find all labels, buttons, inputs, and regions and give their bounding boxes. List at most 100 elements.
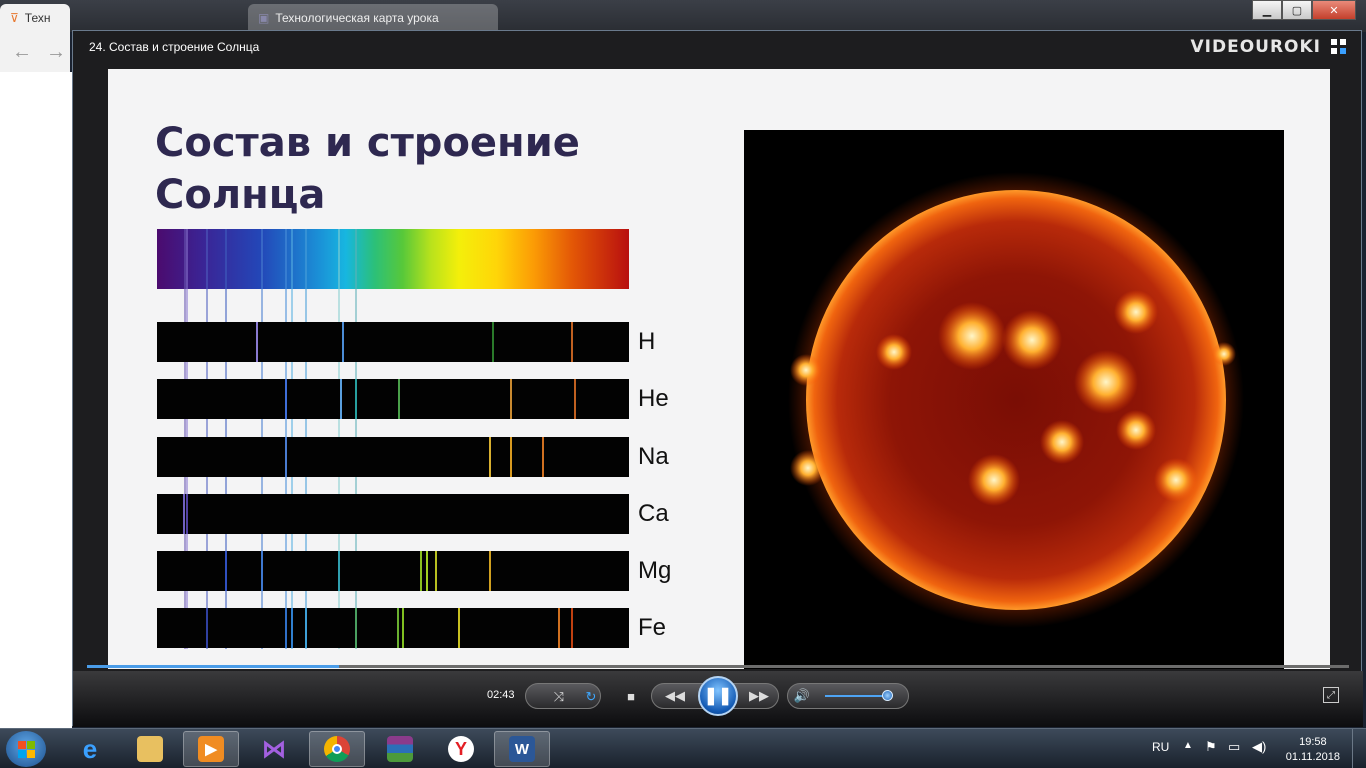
spectral-line [492,322,494,362]
player-controls: 02:43 ⤨ ↻ ■ ◀◀ ❚❚ ▶▶ 🔊 ⤢ [73,671,1363,727]
spectral-line [285,608,287,648]
file-explorer-icon [137,736,163,762]
spectral-line [183,494,185,534]
spectral-line [342,322,344,362]
taskbar-yandex[interactable]: Y [433,731,489,767]
browser-content [0,72,72,728]
tab-favicon-icon: ⊽ [10,11,19,25]
visual-studio-icon: ⋈ [262,735,286,763]
spectral-line [256,322,258,362]
network-icon[interactable]: ▭ [1228,739,1240,755]
video-player-window: 24. Состав и строение Солнца VIDEOUROKI … [72,30,1363,727]
forward-icon[interactable]: → [46,41,66,64]
taskbar-explorer[interactable] [122,731,178,767]
emission-spectrum-fe [157,608,629,648]
start-button[interactable] [6,731,46,767]
browser-tabbar: ⊽ Техн ▣ Технологическая карта урока ▁ ▢… [0,0,1366,32]
emission-spectrum-ca [157,494,629,534]
maximize-button[interactable]: ▢ [1282,0,1312,20]
internet-explorer-icon: e [82,733,98,764]
fullscreen-icon[interactable]: ⤢ [1323,687,1339,703]
fast-forward-button[interactable]: ▶▶ [745,687,773,705]
spectral-line [340,379,342,419]
emission-spectrum-na [157,437,629,477]
rewind-button[interactable]: ◀◀ [661,687,689,705]
spectral-line [355,608,357,648]
repeat-icon[interactable]: ↻ [582,688,600,706]
taskbar-word[interactable]: W [494,731,550,767]
taskbar-visual-studio[interactable]: ⋈ [246,731,302,767]
back-icon[interactable]: ← [12,41,32,64]
sun-illustration [788,172,1244,628]
spectral-line [338,551,340,591]
emission-spectrum-mg [157,551,629,591]
spectral-line [489,437,491,477]
seek-bar-progress [87,665,340,668]
system-clock[interactable]: 19:58 01.11.2018 [1286,735,1340,765]
slide-title: Состав и строение Солнца [155,120,580,218]
browser-tab[interactable]: ▣ Технологическая карта урока [248,4,498,32]
language-indicator[interactable]: RU [1152,740,1169,754]
clock-time: 19:58 [1299,736,1327,748]
action-center-flag-icon[interactable]: ⚑ [1205,739,1217,755]
volume-icon[interactable]: 🔊 [793,687,811,705]
show-hidden-icons-icon[interactable]: ▲ [1183,740,1193,751]
shuffle-icon[interactable]: ⤨ [550,688,568,706]
close-button[interactable]: ✕ [1312,0,1356,20]
spectral-line [420,551,422,591]
spectral-line [574,379,576,419]
spectral-line [402,608,404,648]
seek-bar[interactable] [87,665,1349,668]
element-label: H [638,328,656,355]
spectral-line [225,551,227,591]
taskbar-video-player[interactable]: ▶ [183,731,239,767]
winrar-icon [387,736,413,762]
solar-spectrum [157,229,629,289]
spectral-line [285,379,287,419]
spectral-line [355,379,357,419]
element-label: Ca [638,500,669,527]
spectral-line [186,494,188,534]
spectral-line [305,608,307,648]
browser-tab[interactable]: ⊽ Техн [0,4,70,32]
show-desktop-button[interactable] [1352,729,1366,768]
spectral-line [558,608,560,648]
spectral-line [397,608,399,648]
spectral-line [291,608,293,648]
spectral-line [542,437,544,477]
taskbar-chrome[interactable] [309,731,365,767]
logo-icon [1331,39,1347,55]
clock-date: 01.11.2018 [1285,751,1340,763]
element-label: Na [638,443,669,470]
pause-button[interactable]: ❚❚ [698,676,738,716]
element-label: He [638,385,669,412]
current-time: 02:43 [487,689,515,701]
minimize-button[interactable]: ▁ [1252,0,1282,20]
video-player-icon: ▶ [198,736,224,762]
emission-spectrum-h [157,322,629,362]
taskbar-winrar[interactable] [372,731,428,767]
spectral-line [571,608,573,648]
spectral-line [426,551,428,591]
yandex-icon: Y [448,736,474,762]
videouroki-logo: VIDEOUROKI [1190,37,1321,57]
stop-button[interactable]: ■ [623,687,639,705]
taskbar: e ▶ ⋈ Y W RU ▲ ⚑ ▭ ◀) 19:58 01.11.2018 [0,728,1366,768]
taskbar-ie[interactable]: e [62,731,118,767]
sun-image [744,130,1284,669]
spectral-line [261,551,263,591]
spectral-line [510,437,512,477]
emission-spectrum-he [157,379,629,419]
spectral-line [285,437,287,477]
tab-label: Техн [24,11,51,25]
slide: Состав и строение Солнца H He Na Ca Mg Fe [108,69,1330,669]
spectral-line [458,608,460,648]
volume-knob[interactable] [882,690,893,701]
spectral-line [489,551,491,591]
speaker-icon[interactable]: ◀) [1252,739,1266,755]
spectral-line [398,379,400,419]
volume-slider[interactable] [825,695,887,697]
chrome-icon [324,736,350,762]
element-label: Mg [638,557,672,584]
window-controls: ▁ ▢ ✕ [1252,0,1356,20]
